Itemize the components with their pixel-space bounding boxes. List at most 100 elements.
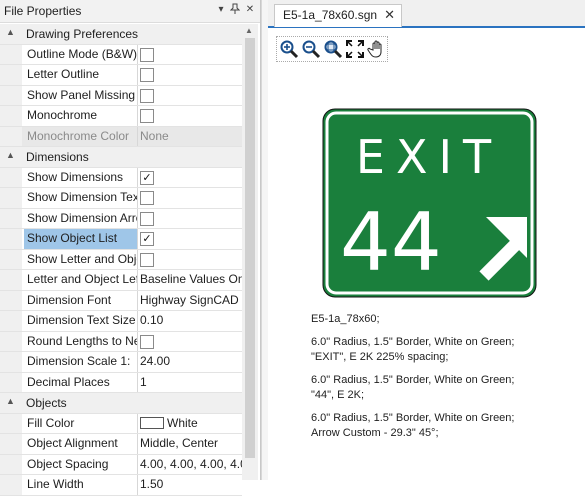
prop-letter-object-lefts[interactable]: Letter and Object Lefts... Baseline Valu… (0, 270, 244, 291)
prop-name: Decimal Places (24, 372, 138, 392)
panel-header: File Properties ▾ ✕ (0, 0, 260, 23)
show-dimensions-checkbox[interactable]: ✓ (140, 170, 154, 185)
prop-name: Monochrome (24, 106, 138, 126)
scroll-thumb[interactable] (245, 38, 255, 458)
zoom-toolbar (276, 36, 388, 62)
prop-value[interactable]: White (137, 414, 244, 434)
document-area: E5-1a_78x60.sgn ✕ EXIT 44 E5-1a_78x60; 6… (268, 0, 585, 480)
prop-name: Monochrome Color (24, 126, 138, 146)
prop-name: Dimension Text Size (24, 311, 138, 331)
prop-show-object-list[interactable]: Show Object List ✓ (0, 229, 242, 250)
sign-name: E5-1a_78x60; (311, 313, 380, 325)
collapse-chevron-icon[interactable]: ▲ (6, 27, 16, 37)
prop-value[interactable]: Highway SignCAD Plu (137, 291, 244, 311)
prop-name: Show Dimension Texts (24, 188, 138, 208)
show-dimension-texts-checkbox[interactable] (140, 191, 154, 205)
exit-sign-preview[interactable]: EXIT 44 (322, 108, 537, 298)
show-letter-object-checkbox[interactable] (140, 252, 154, 267)
prop-name: Fill Color (24, 413, 138, 433)
category-label: Objects (26, 396, 67, 410)
prop-dimension-font[interactable]: Dimension Font Highway SignCAD Plu (0, 290, 244, 311)
outline-mode-checkbox[interactable] (140, 47, 154, 62)
prop-name: Line Width (24, 475, 138, 495)
prop-round-lengths[interactable]: Round Lengths to Near... (0, 331, 242, 352)
prop-name: Dimension Scale 1: (24, 352, 138, 372)
prop-name: Show Panel Missing Ed... (24, 85, 138, 105)
prop-value[interactable]: 24.00 (137, 352, 244, 372)
prop-name: Object Alignment (24, 434, 138, 454)
prop-object-alignment[interactable]: Object Alignment Middle, Center (0, 434, 242, 455)
prop-letter-outline[interactable]: Letter Outline (0, 65, 242, 86)
vertical-scrollbar[interactable]: ▲ (242, 24, 258, 480)
zoom-in-icon[interactable] (279, 39, 299, 59)
prop-name: Object Spacing (24, 454, 138, 474)
file-properties-panel: File Properties ▾ ✕ ▲ Drawing Preference… (0, 0, 261, 496)
sign-description: E5-1a_78x60; 6.0" Radius, 1.5" Border, W… (311, 312, 581, 449)
prop-name: Show Dimension Arrows (24, 208, 138, 228)
close-tab-icon[interactable]: ✕ (384, 5, 395, 25)
category-drawing-preferences[interactable]: ▲ Drawing Preferences (0, 24, 242, 45)
property-grid: ▲ Drawing Preferences Outline Mode (B&W)… (0, 24, 244, 496)
prop-show-dimension-texts[interactable]: Show Dimension Texts (0, 188, 242, 209)
prop-show-panel-missing[interactable]: Show Panel Missing Ed... (0, 85, 242, 106)
zoom-out-icon[interactable] (301, 39, 321, 59)
prop-name: Show Object List (24, 229, 138, 249)
prop-value: None (140, 128, 169, 143)
prop-fill-color[interactable]: Fill Color White (0, 413, 244, 434)
prop-name: Outline Mode (B&W) (24, 44, 138, 64)
prop-value[interactable]: 0.10 (137, 311, 244, 331)
prop-value[interactable]: Middle, Center (137, 434, 244, 454)
prop-monochrome[interactable]: Monochrome (0, 106, 242, 127)
prop-line-width[interactable]: Line Width 1.50 (0, 475, 242, 496)
sign-exit-text: EXIT (356, 130, 502, 184)
prop-monochrome-color: Monochrome Color None (0, 126, 242, 147)
prop-show-letter-object[interactable]: Show Letter and Object... (0, 249, 242, 270)
prop-outline-mode[interactable]: Outline Mode (B&W) (0, 44, 242, 65)
prop-name: Show Dimensions (24, 167, 138, 187)
panel-splitter[interactable] (261, 0, 268, 480)
category-objects[interactable]: ▲ Objects (0, 393, 242, 414)
fit-to-window-icon[interactable] (345, 39, 365, 59)
prop-name: Letter and Object Lefts... (24, 270, 138, 290)
prop-name: Dimension Font (24, 290, 138, 310)
prop-value[interactable]: 4.00, 4.00, 4.00, 4.00 (137, 455, 244, 475)
show-panel-missing-checkbox[interactable] (140, 88, 154, 103)
description-block: 6.0" Radius, 1.5" Border, White on Green… (311, 412, 515, 439)
dropdown-arrow-icon[interactable]: ▾ (214, 3, 228, 17)
prop-show-dimension-arrows[interactable]: Show Dimension Arrows (0, 208, 242, 229)
category-label: Drawing Preferences (26, 27, 139, 41)
prop-show-dimensions[interactable]: Show Dimensions ✓ (0, 167, 242, 188)
prop-decimal-places[interactable]: Decimal Places 1 (0, 372, 244, 393)
fill-color-value: White (167, 415, 198, 430)
zoom-area-icon[interactable] (323, 39, 343, 59)
prop-name: Show Letter and Object... (24, 249, 138, 269)
document-tabbar: E5-1a_78x60.sgn ✕ (268, 0, 585, 28)
prop-name: Round Lengths to Near... (24, 331, 138, 351)
prop-object-spacing[interactable]: Object Spacing 4.00, 4.00, 4.00, 4.00 (0, 454, 244, 475)
panel-title: File Properties (4, 4, 82, 18)
category-dimensions[interactable]: ▲ Dimensions (0, 147, 242, 168)
show-dimension-arrows-checkbox[interactable] (140, 211, 154, 226)
prop-value[interactable]: 1 (137, 373, 244, 393)
category-label: Dimensions (26, 150, 89, 164)
pin-icon[interactable] (228, 3, 242, 17)
close-icon[interactable]: ✕ (243, 3, 257, 17)
letter-outline-checkbox[interactable] (140, 68, 154, 82)
description-block: 6.0" Radius, 1.5" Border, White on Green… (311, 336, 515, 363)
pan-hand-icon[interactable] (367, 39, 387, 59)
prop-value[interactable]: Baseline Values On Pa (137, 270, 244, 290)
tab-e5-1a-78x60[interactable]: E5-1a_78x60.sgn ✕ (274, 4, 403, 27)
prop-value[interactable]: 1.50 (137, 475, 244, 495)
prop-dimension-scale[interactable]: Dimension Scale 1: 24.00 (0, 352, 242, 373)
prop-name: Letter Outline (24, 65, 138, 85)
color-swatch (140, 417, 164, 430)
show-object-list-checkbox[interactable]: ✓ (140, 232, 154, 246)
collapse-chevron-icon[interactable]: ▲ (6, 396, 16, 406)
prop-dimension-text-size[interactable]: Dimension Text Size 0.10 (0, 311, 242, 332)
sign-exit-number: 44 (340, 196, 442, 289)
collapse-chevron-icon[interactable]: ▲ (6, 150, 16, 160)
scroll-up-icon[interactable]: ▲ (245, 26, 253, 35)
monochrome-checkbox[interactable] (140, 109, 154, 123)
round-lengths-checkbox[interactable] (140, 334, 154, 349)
description-block: 6.0" Radius, 1.5" Border, White on Green… (311, 374, 515, 401)
